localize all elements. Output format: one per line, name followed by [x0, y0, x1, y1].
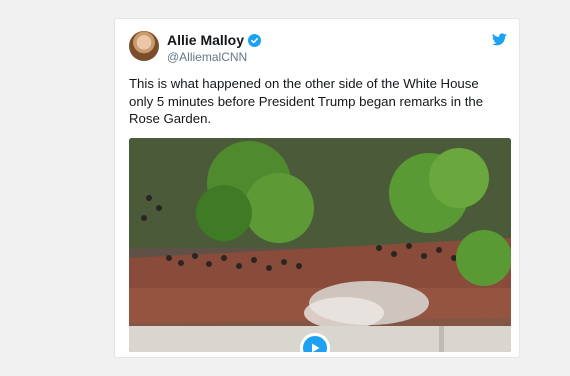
verified-badge-icon [248, 33, 262, 47]
author-handle[interactable]: @AlliemalCNN [167, 50, 247, 64]
tweet-card[interactable]: Allie Malloy @AlliemalCNN This is what h… [114, 18, 520, 358]
author-name-row: Allie Malloy [167, 32, 262, 48]
play-icon [312, 343, 320, 352]
twitter-bird-icon[interactable] [492, 33, 507, 46]
tweet-text: This is what happened on the other side … [129, 76, 484, 126]
author-name[interactable]: Allie Malloy [167, 32, 244, 48]
video-scene [129, 138, 511, 352]
video-thumbnail[interactable] [129, 138, 511, 352]
author-avatar[interactable] [129, 31, 159, 61]
